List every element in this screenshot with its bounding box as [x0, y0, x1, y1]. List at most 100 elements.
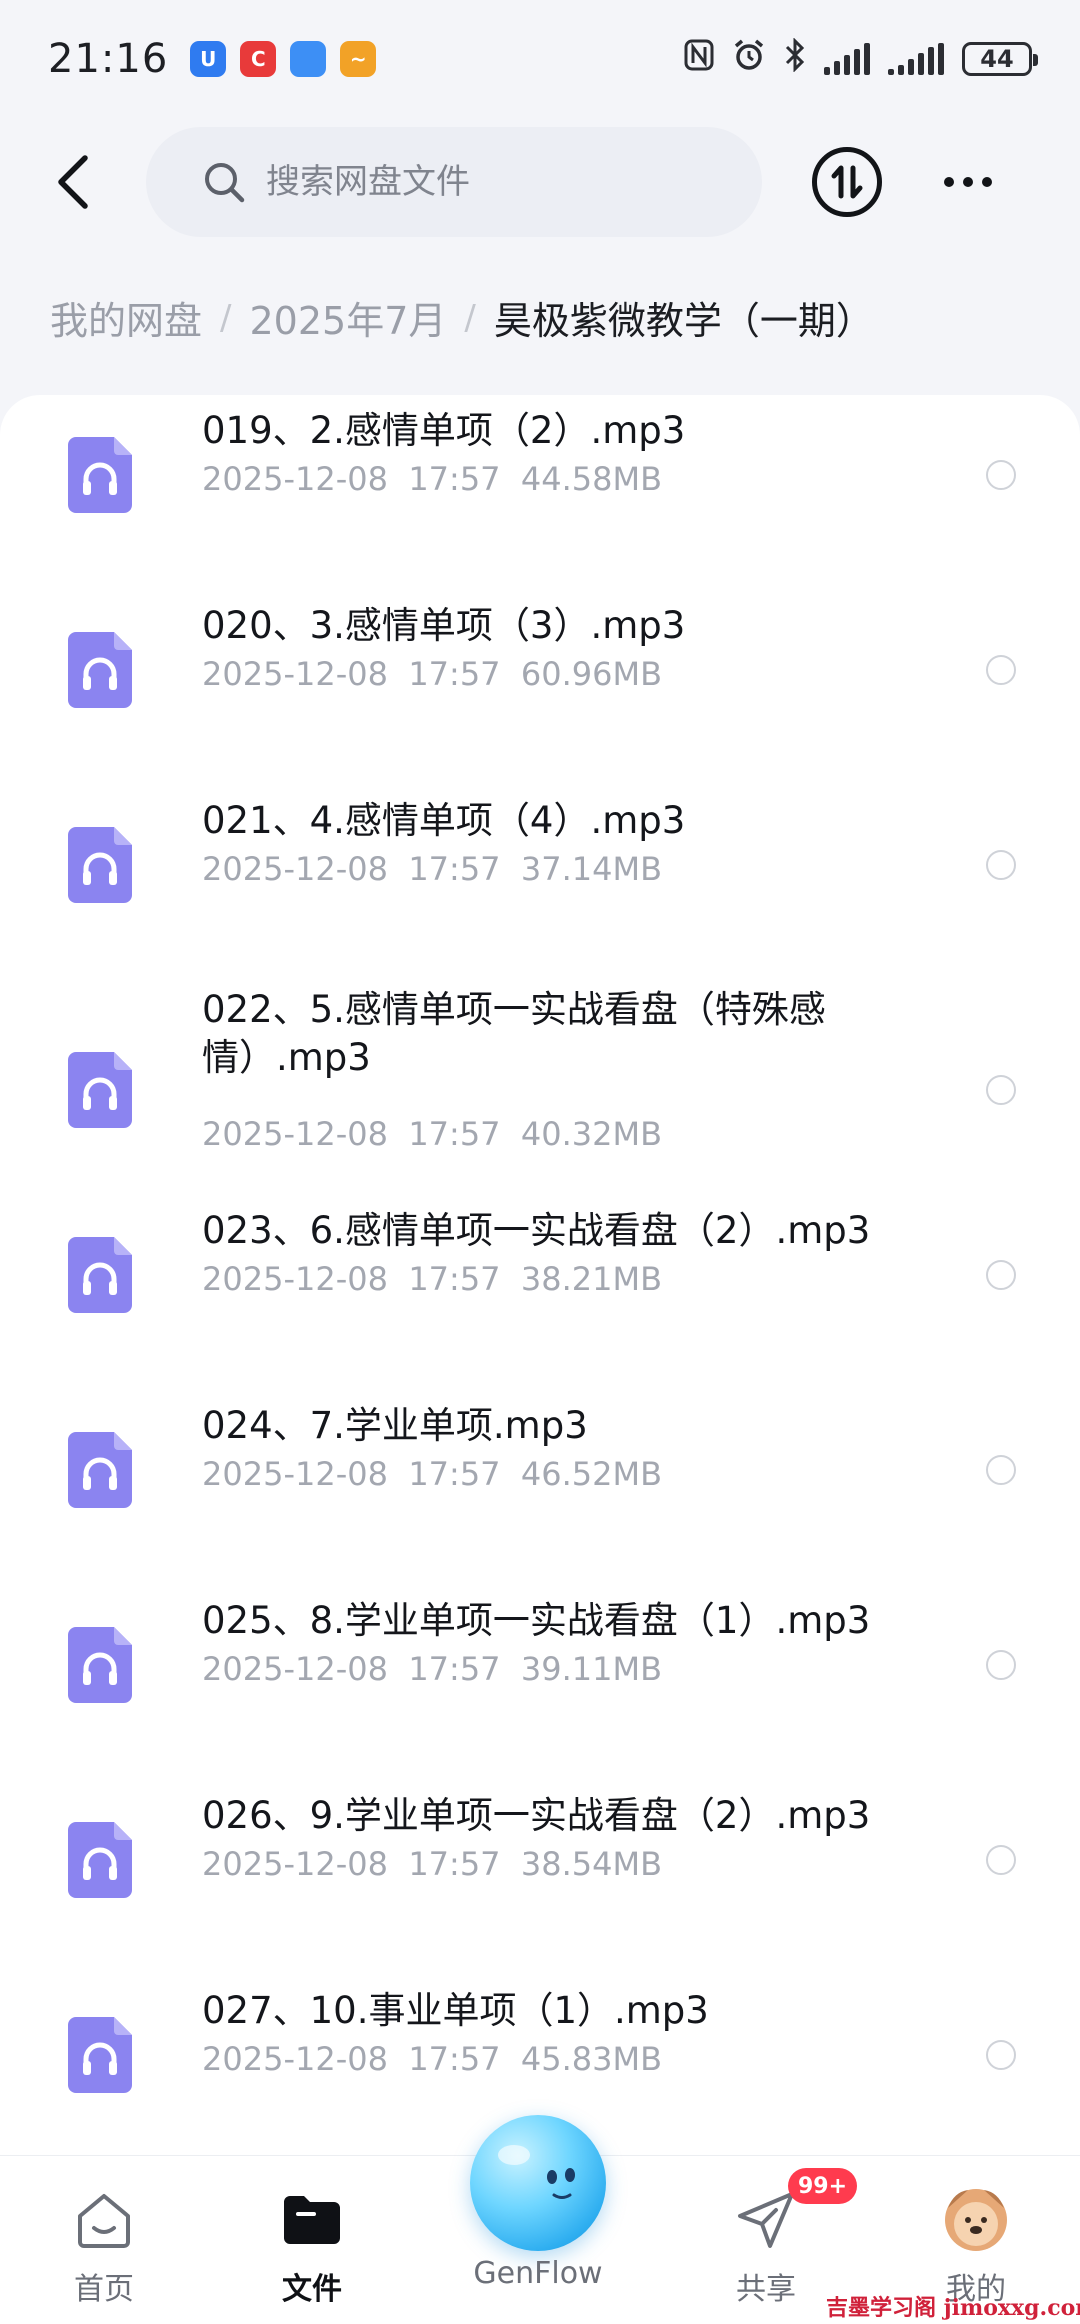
nav-home[interactable]: 首页 — [24, 2156, 184, 2324]
select-checkbox[interactable] — [986, 1075, 1016, 1105]
breadcrumb-current: 昊极紫微教学（一期） — [493, 299, 874, 343]
nav-files-label: 文件 — [282, 2272, 342, 2307]
select-checkbox[interactable] — [986, 1455, 1016, 1485]
file-meta: 2025-12-08 17:57 40.32MB — [202, 1115, 662, 1153]
file-size: 39.11MB — [520, 1650, 663, 1688]
header — [0, 120, 1080, 244]
audio-file-icon — [68, 1822, 132, 1898]
file-name: 023、6.感情单项一实战看盘（2）.mp3 — [202, 1209, 871, 1252]
file-name: 024、7.学业单项.mp3 — [202, 1404, 588, 1447]
file-meta: 2025-12-08 17:57 46.52MB — [202, 1455, 662, 1493]
file-size: 60.96MB — [520, 655, 663, 693]
file-time: 17:57 — [408, 850, 501, 888]
file-time: 17:57 — [408, 1845, 501, 1883]
battery-icon: 44 — [962, 42, 1038, 76]
file-date: 2025-12-08 — [202, 850, 388, 888]
back-button[interactable] — [22, 132, 122, 232]
file-meta: 2025-12-08 17:57 60.96MB — [202, 655, 662, 693]
file-row[interactable]: 026、9.学业单项一实战看盘（2）.mp3 2025-12-08 17:57 … — [0, 1780, 1080, 1975]
file-time: 17:57 — [408, 655, 501, 693]
signal-strength-2-icon — [888, 43, 944, 75]
audio-file-icon — [68, 437, 132, 513]
audio-file-icon — [68, 632, 132, 708]
file-name: 019、2.感情单项（2）.mp3 — [202, 409, 686, 452]
file-size: 37.14MB — [520, 850, 663, 888]
audio-file-icon — [68, 1237, 132, 1313]
breadcrumb-separator: / — [464, 297, 476, 338]
share-notification-badge: 99+ — [788, 2168, 858, 2204]
file-date: 2025-12-08 — [202, 1115, 388, 1153]
breadcrumb: 我的网盘 / 2025年7月 / 昊极紫微教学（一期） — [50, 290, 1050, 345]
search-icon — [205, 163, 245, 203]
file-time: 17:57 — [408, 460, 501, 498]
file-meta: 2025-12-08 17:57 38.54MB — [202, 1845, 662, 1883]
file-name: 025、8.学业单项一实战看盘（1）.mp3 — [202, 1599, 871, 1642]
select-checkbox[interactable] — [986, 850, 1016, 880]
file-time: 17:57 — [408, 1455, 501, 1493]
file-date: 2025-12-08 — [202, 1845, 388, 1883]
status-indicators: 44 — [684, 37, 1038, 80]
avatar — [945, 2189, 1007, 2251]
file-date: 2025-12-08 — [202, 2040, 388, 2078]
file-name: 022、5.感情单项一实战看盘（特殊感情）.mp3 — [202, 988, 826, 1079]
bluetooth-icon — [784, 37, 806, 80]
nav-share-label: 共享 — [736, 2272, 796, 2307]
select-checkbox[interactable] — [986, 1260, 1016, 1290]
file-row[interactable]: 022、5.感情单项一实战看盘（特殊感情）.mp3 2025-12-08 17:… — [0, 980, 1080, 1195]
breadcrumb-folder[interactable]: 2025年7月 — [249, 290, 446, 345]
audio-file-icon — [68, 1432, 132, 1508]
nav-home-label: 首页 — [74, 2272, 134, 2307]
file-time: 17:57 — [408, 1115, 501, 1153]
red-app-icon: C — [240, 41, 277, 77]
share-send-icon — [738, 2192, 794, 2248]
status-time: 21:16 — [48, 36, 169, 82]
file-date: 2025-12-08 — [202, 655, 388, 693]
orange-app-icon: ~ — [340, 41, 377, 77]
nav-files[interactable]: 文件 — [232, 2156, 392, 2324]
folder-icon — [284, 2196, 340, 2244]
genflow-button[interactable] — [470, 2115, 606, 2251]
audio-file-icon — [68, 1052, 132, 1128]
breadcrumb-root[interactable]: 我的网盘 — [50, 290, 202, 345]
file-name: 021、4.感情单项（4）.mp3 — [202, 799, 686, 842]
status-app-icons: U C ~ — [190, 41, 377, 77]
file-name: 026、9.学业单项一实战看盘（2）.mp3 — [202, 1794, 871, 1837]
file-time: 17:57 — [408, 1260, 501, 1298]
file-meta: 2025-12-08 17:57 37.14MB — [202, 850, 662, 888]
file-row[interactable]: 025、8.学业单项一实战看盘（1）.mp3 2025-12-08 17:57 … — [0, 1585, 1080, 1780]
genflow-face-icon — [498, 2145, 575, 2199]
file-row[interactable]: 023、6.感情单项一实战看盘（2）.mp3 2025-12-08 17:57 … — [0, 1195, 1080, 1390]
file-meta: 2025-12-08 17:57 45.83MB — [202, 2040, 662, 2078]
transfer-button[interactable] — [812, 147, 882, 217]
watermark: 吉墨学习阁 jimoxxg.com — [826, 2295, 1080, 2321]
file-size: 44.58MB — [520, 460, 663, 498]
file-size: 46.52MB — [520, 1455, 663, 1493]
select-checkbox[interactable] — [986, 1650, 1016, 1680]
file-date: 2025-12-08 — [202, 1650, 388, 1688]
alarm-icon — [732, 38, 766, 80]
file-meta: 2025-12-08 17:57 38.21MB — [202, 1260, 662, 1298]
file-list: 019、2.感情单项（2）.mp3 2025-12-08 17:57 44.58… — [0, 395, 1080, 2155]
audio-file-icon — [68, 827, 132, 903]
select-checkbox[interactable] — [986, 1845, 1016, 1875]
select-checkbox[interactable] — [986, 655, 1016, 685]
file-size: 45.83MB — [520, 2040, 663, 2078]
select-checkbox[interactable] — [986, 460, 1016, 490]
file-row[interactable]: 020、3.感情单项（3）.mp3 2025-12-08 17:57 60.96… — [0, 590, 1080, 785]
file-meta: 2025-12-08 17:57 39.11MB — [202, 1650, 662, 1688]
more-dot-icon — [944, 177, 954, 187]
more-options-button[interactable] — [938, 152, 998, 212]
signal-strength-icon — [824, 43, 870, 75]
file-size: 38.21MB — [520, 1260, 663, 1298]
shield-app-icon: U — [190, 41, 227, 77]
file-row[interactable]: 019、2.感情单项（2）.mp3 2025-12-08 17:57 44.58… — [0, 395, 1080, 590]
file-row[interactable]: 024、7.学业单项.mp3 2025-12-08 17:57 46.52MB — [0, 1390, 1080, 1585]
home-icon — [78, 2194, 130, 2248]
file-row[interactable]: 021、4.感情单项（4）.mp3 2025-12-08 17:57 37.14… — [0, 785, 1080, 980]
back-arrow-icon — [58, 155, 88, 209]
file-date: 2025-12-08 — [202, 460, 388, 498]
select-checkbox[interactable] — [986, 2040, 1016, 2070]
search-bar[interactable] — [146, 127, 762, 237]
search-input[interactable] — [266, 162, 706, 202]
more-dot-icon — [963, 177, 973, 187]
